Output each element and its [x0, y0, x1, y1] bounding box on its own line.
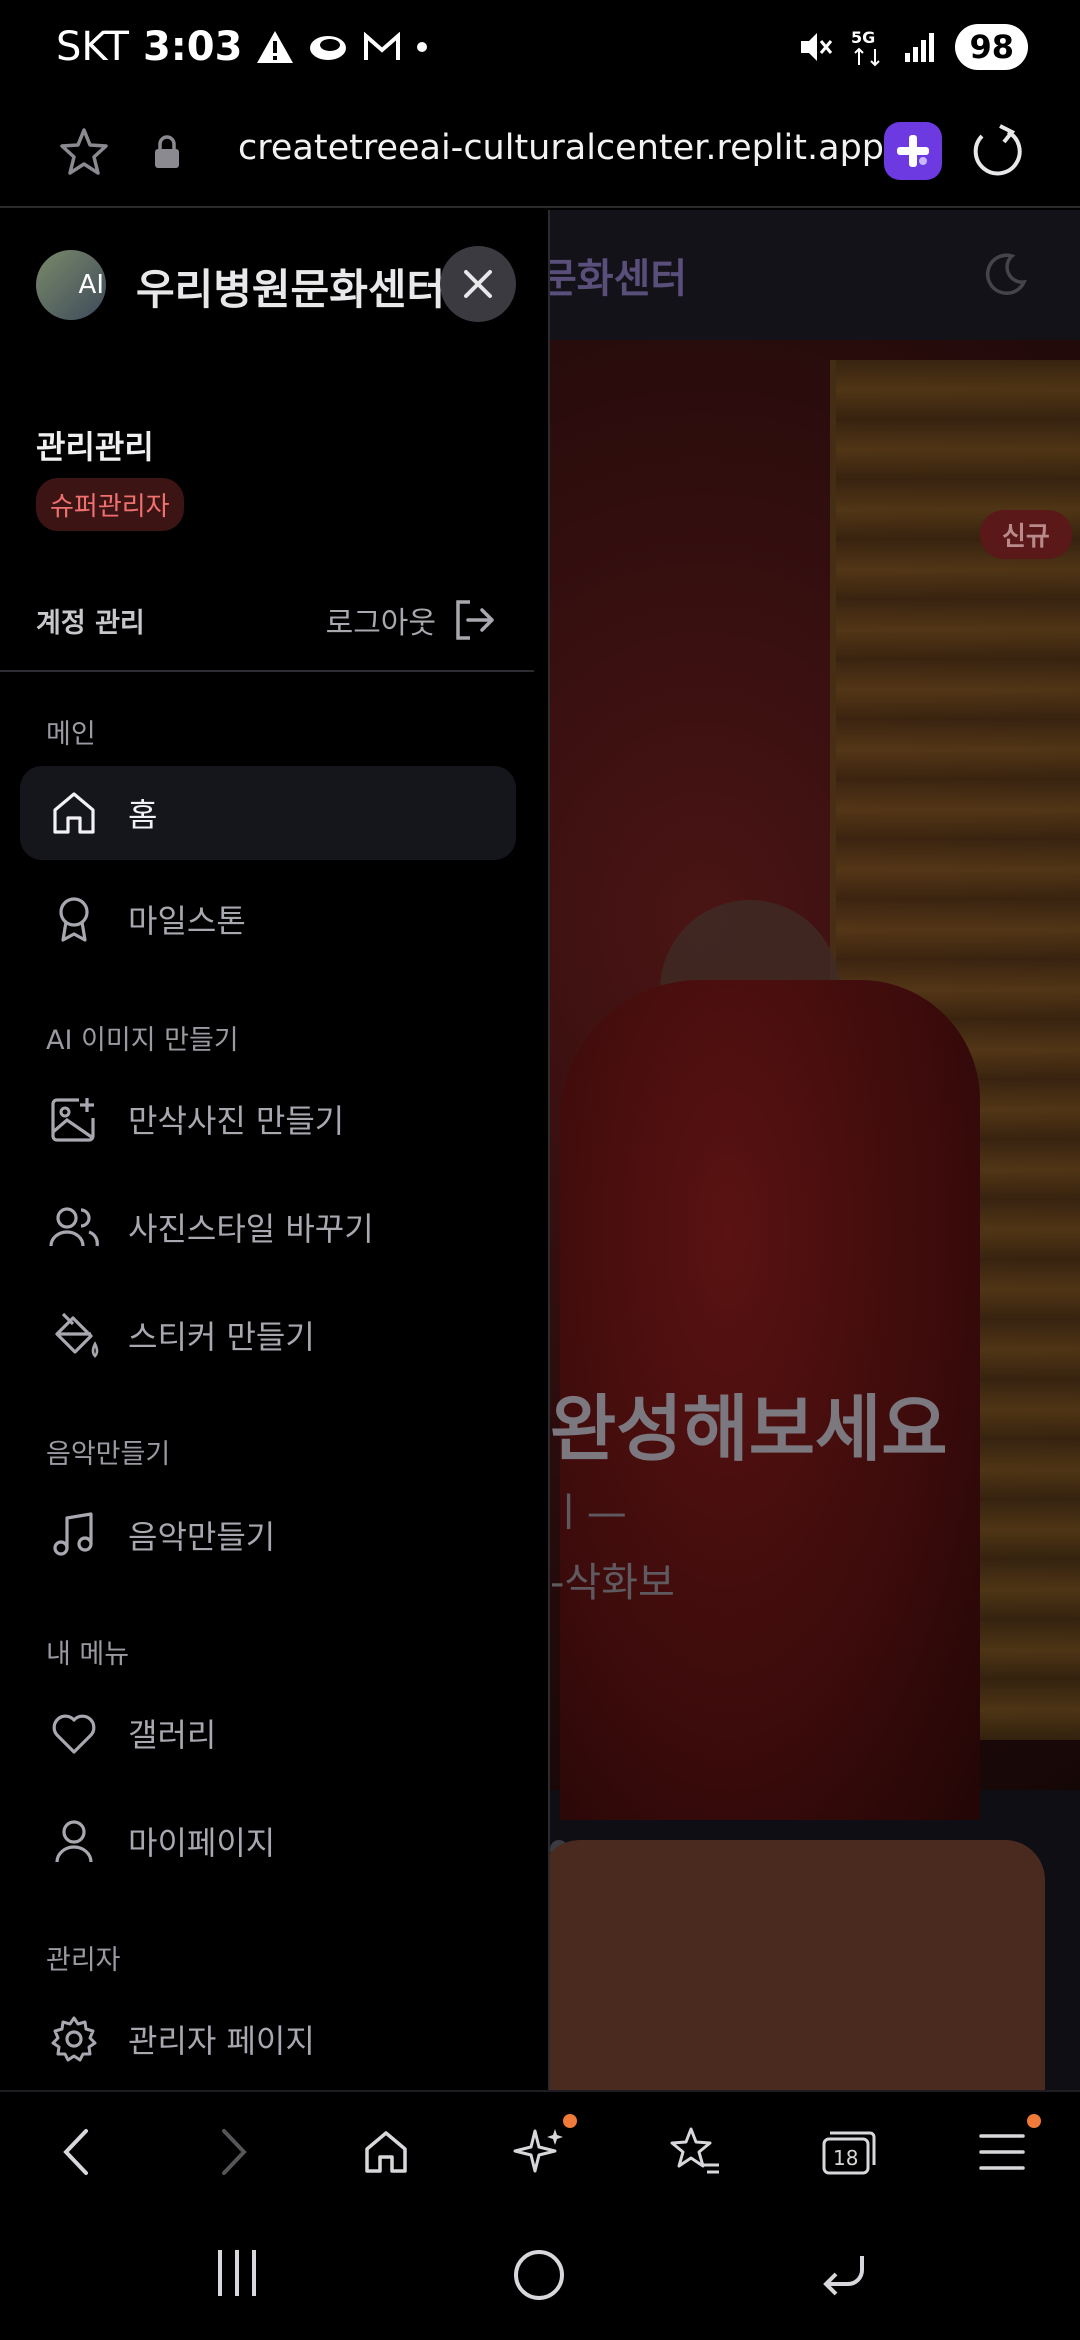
menu-button[interactable]: [972, 2122, 1032, 2182]
drawer-header: AI 우리병원문화센터: [0, 210, 548, 350]
chevron-left-icon: [63, 2129, 88, 2175]
assistant-extension-icon[interactable]: [884, 122, 942, 180]
divider: [0, 670, 534, 672]
close-drawer-button[interactable]: [440, 246, 516, 322]
back-arrow-icon[interactable]: [818, 2252, 868, 2298]
nav-label-milestone: 마일스톤: [128, 902, 246, 940]
browser-bottom-toolbar: 18: [0, 2090, 1080, 2210]
nav-item-sticker[interactable]: 스티커 만들기: [20, 1288, 516, 1382]
bg-header-title: 문화센터: [540, 256, 688, 302]
hero-subtitle: ㅣ—: [550, 1490, 627, 1536]
nav-label-home: 홈: [128, 796, 158, 834]
home-button[interactable]: [356, 2122, 416, 2182]
nav-item-photo-style[interactable]: 사진스타일 바꾸기: [20, 1180, 516, 1274]
section-label-music: 음악만들기: [46, 1439, 171, 1470]
tabs-count: 18: [833, 2146, 858, 2170]
nav-label-maternity-photo: 만삭사진 만들기: [128, 1102, 345, 1140]
paint-bucket-icon: [55, 1312, 99, 1358]
nav-label-sticker: 스티커 만들기: [128, 1318, 315, 1356]
tabs-icon: 18: [822, 2131, 876, 2175]
hero-subtitle-2: -삭화보: [550, 1560, 675, 1606]
role-badge: 슈퍼관리자: [36, 478, 184, 531]
svg-text:5G: 5G: [851, 28, 875, 47]
section-label-ai-image: AI 이미지 만들기: [46, 1025, 239, 1056]
nav-label-admin-page: 관리자 페이지: [128, 2022, 315, 2060]
nav-item-music[interactable]: 음악만들기: [20, 1488, 516, 1582]
system-navigation-bar: [0, 2212, 1080, 2340]
music-note-icon: [53, 1512, 93, 1556]
new-badge: 신규: [980, 510, 1072, 559]
nav-item-mypage[interactable]: 마이페이지: [20, 1794, 516, 1888]
signal-icon: [905, 33, 935, 62]
drawer-title: 우리병원문화센터: [136, 265, 446, 314]
status-bar: SKT 3:03 5G 98: [0, 0, 1080, 100]
logout-label: 로그아웃: [325, 606, 436, 641]
section-label-main: 메인: [46, 719, 96, 750]
notification-badge: [1027, 2114, 1041, 2128]
lock-icon[interactable]: [152, 134, 182, 170]
gear-icon: [51, 2016, 97, 2062]
carrier-label: SKT: [56, 24, 129, 70]
ai-assistant-button[interactable]: [510, 2122, 570, 2182]
award-ribbon-icon: [59, 897, 89, 942]
url-text[interactable]: createtreeai-culturalcenter.replit.app: [238, 128, 884, 168]
recent-apps-icon[interactable]: [214, 2248, 260, 2298]
reload-icon[interactable]: [968, 122, 1026, 180]
nav-label-music: 음악만들기: [128, 1518, 276, 1556]
mute-icon: [801, 33, 833, 61]
warning-icon: [257, 31, 294, 63]
cloud-icon: [310, 36, 347, 60]
notification-badge: [563, 2114, 577, 2128]
battery-indicator: 98: [955, 24, 1028, 70]
user-name: 관리관리: [36, 428, 154, 466]
feature-card[interactable]: [540, 1840, 1045, 2090]
nav-label-photo-style: 사진스타일 바꾸기: [128, 1210, 374, 1248]
close-icon: [464, 270, 492, 298]
5g-icon: 5G: [851, 28, 881, 67]
side-drawer: AI 우리병원문화센터 관리관리 슈퍼관리자 계정 관리 로그아웃 메인 홈 마…: [0, 210, 550, 2090]
nav-label-mypage: 마이페이지: [128, 1824, 276, 1862]
nav-item-gallery[interactable]: 갤러리: [20, 1686, 516, 1780]
nav-item-home[interactable]: 홈: [20, 766, 516, 860]
browser-url-bar: createtreeai-culturalcenter.replit.app: [0, 100, 1080, 208]
image-plus-icon: [51, 1098, 95, 1142]
account-row: 계정 관리 로그아웃: [36, 590, 496, 650]
mail-icon: [364, 32, 401, 60]
sparkles-icon: [513, 2129, 563, 2173]
nav-item-milestone[interactable]: 마일스톤: [20, 872, 516, 966]
nav-item-admin-page[interactable]: 관리자 페이지: [20, 1992, 516, 2086]
clock: 3:03: [142, 24, 243, 70]
tabs-button[interactable]: 18: [818, 2122, 878, 2182]
hamburger-menu-icon: [979, 2134, 1025, 2170]
nav-label-gallery: 갤러리: [128, 1716, 217, 1754]
chevron-right-icon: [222, 2129, 247, 2175]
back-button[interactable]: [46, 2122, 106, 2182]
section-label-admin: 관리자: [46, 1945, 121, 1976]
bookmarks-button[interactable]: [664, 2122, 724, 2182]
nav-item-maternity-photo[interactable]: 만삭사진 만들기: [20, 1072, 516, 1166]
logout-icon: [456, 600, 494, 640]
logout-button[interactable]: 로그아웃: [326, 598, 496, 642]
notification-dot-icon: [417, 42, 428, 52]
home-icon: [365, 2131, 407, 2173]
bookmark-star-icon[interactable]: [56, 124, 112, 180]
star-list-icon: [670, 2127, 719, 2174]
hero-title: 완성해보세요: [550, 1387, 948, 1471]
section-label-my-menu: 내 메뉴: [46, 1639, 130, 1670]
home-icon: [53, 792, 95, 834]
account-settings-link[interactable]: 계정 관리: [36, 601, 145, 640]
app-logo: AI: [36, 250, 106, 320]
user-icon: [55, 1820, 93, 1863]
logo-text: AI: [78, 270, 104, 300]
users-icon: [49, 1207, 99, 1247]
forward-button[interactable]: [204, 2122, 264, 2182]
moon-icon[interactable]: [982, 252, 1028, 298]
home-circle-icon[interactable]: [512, 2248, 566, 2302]
heart-icon: [52, 1714, 96, 1754]
